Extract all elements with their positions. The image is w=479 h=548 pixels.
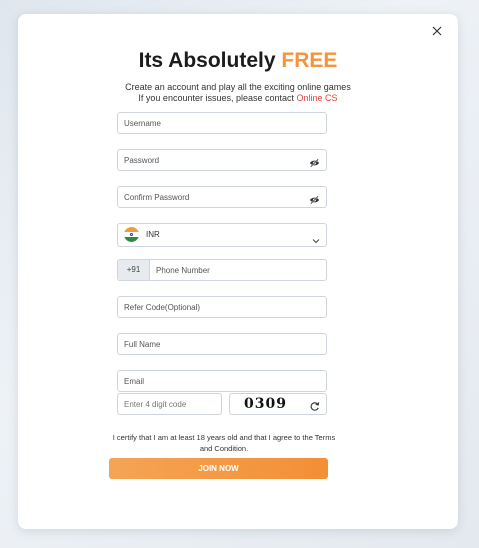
refresh-icon[interactable] [309, 399, 320, 411]
username-field[interactable] [117, 112, 327, 134]
email-input[interactable] [118, 371, 326, 392]
subtitle: Create an account and play all the excit… [18, 82, 458, 104]
email-field[interactable] [117, 370, 327, 392]
modal-title: Its Absolutely FREE [18, 49, 458, 73]
password-field[interactable] [117, 149, 327, 171]
currency-select[interactable]: INR [117, 223, 327, 247]
eye-off-icon[interactable] [309, 192, 320, 205]
password-input[interactable] [118, 150, 326, 171]
subtitle-line1: Create an account and play all the excit… [125, 82, 351, 92]
currency-value: INR [146, 230, 160, 239]
join-now-button[interactable]: JOIN NOW [109, 458, 328, 479]
captcha-input[interactable] [118, 394, 221, 415]
subtitle-line2: If you encounter issues, please contact … [18, 93, 458, 104]
phone-input[interactable] [150, 260, 326, 281]
captcha-code: 0309 [244, 396, 287, 412]
captcha-display: 0309 [229, 393, 327, 415]
online-cs-link[interactable]: Online CS [297, 93, 338, 103]
eye-off-icon[interactable] [309, 155, 320, 168]
full-name-input[interactable] [118, 334, 326, 355]
captcha-field[interactable] [117, 393, 222, 415]
title-main: Its Absolutely [138, 49, 276, 72]
subtitle-line2-text: If you encounter issues, please contact [138, 93, 295, 103]
certify-text: I certify that I am at least 18 years ol… [112, 433, 336, 453]
chevron-down-icon[interactable] [312, 231, 320, 244]
refer-code-field[interactable] [117, 296, 327, 318]
close-icon[interactable] [430, 24, 444, 38]
username-input[interactable] [118, 113, 326, 134]
full-name-field[interactable] [117, 333, 327, 355]
phone-prefix: +91 [118, 260, 150, 280]
title-highlight: FREE [281, 49, 338, 72]
india-flag-icon [124, 227, 139, 242]
phone-field[interactable]: +91 [117, 259, 327, 281]
confirm-password-input[interactable] [118, 187, 326, 208]
confirm-password-field[interactable] [117, 186, 327, 208]
refer-code-input[interactable] [118, 297, 326, 318]
